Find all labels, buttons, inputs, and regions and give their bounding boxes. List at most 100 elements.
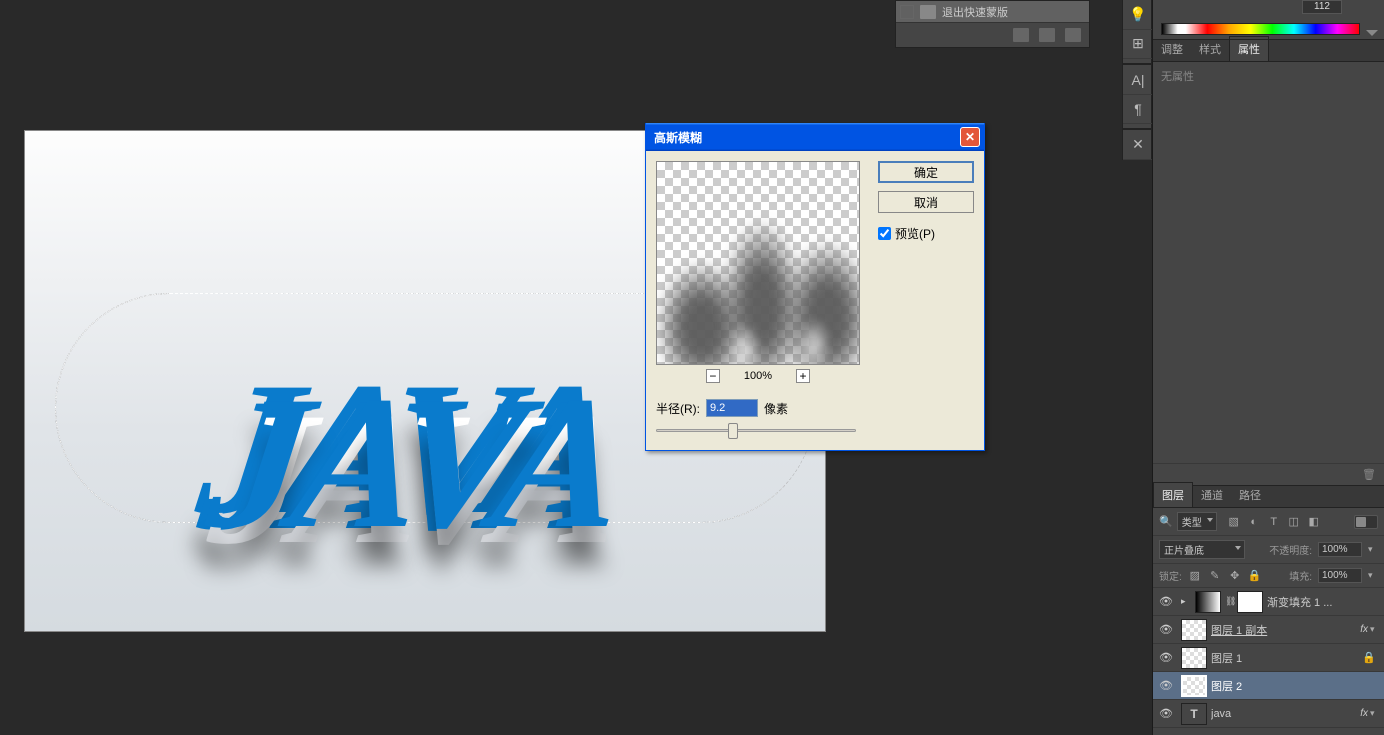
grid-icon[interactable]: ⊞ [1123,30,1153,60]
tools-icon[interactable]: ✕ [1123,130,1153,160]
lock-move-icon[interactable]: ✥ [1228,569,1242,583]
chevron-down-icon[interactable]: ▾ [1370,708,1380,719]
layer-thumb [1195,591,1221,613]
gaussian-blur-dialog: 高斯模糊 ✕ − 100% + 半径(R): 像素 确定 取消 [645,123,985,451]
eye-icon[interactable]: 👁 [1157,677,1175,695]
filter-adjust-icon[interactable]: ◐ [1247,515,1261,529]
mask-thumb [1237,591,1263,613]
filter-type-icon[interactable]: T [1267,515,1281,529]
filter-toggle[interactable] [1354,515,1378,529]
properties-tabs: 调整 样式 属性 [1153,40,1384,62]
layer-list: 👁 ▸ ⛓ 渐变填充 1 ... 👁 图层 1 副本 fx ▾ 👁 图层 1 🔒 [1153,588,1384,735]
new-layer-icon[interactable] [1013,28,1029,42]
filter-smart-icon[interactable]: ◧ [1307,515,1321,529]
cancel-button[interactable]: 取消 [878,191,974,213]
chevron-down-icon[interactable]: ▾ [1370,624,1380,635]
layer-filter-row: 🔍 类型 ▧ ◐ T ◫ ◧ [1153,508,1384,536]
preview-label: 预览(P) [895,225,935,242]
lock-row: 锁定: ▨ ✎ ✥ 🔒 填充: 100% ▾ [1153,564,1384,588]
layer-name: 图层 1 副本 [1211,622,1360,638]
lock-trans-icon[interactable]: ▨ [1188,569,1202,583]
slider-thumb[interactable] [728,423,738,439]
opacity-label: 不透明度: [1269,542,1312,557]
fill-label: 填充: [1289,568,1312,583]
eye-icon[interactable]: 👁 [1157,621,1175,639]
preview-box[interactable] [656,161,860,365]
artwork-text: JAVA [190,356,620,574]
hint-icon[interactable]: 💡 [1123,0,1153,30]
tab-adjust[interactable]: 调整 [1153,37,1191,61]
lock-paint-icon[interactable]: ✎ [1208,569,1222,583]
filter-kind-dropdown[interactable]: 类型 [1177,512,1217,531]
fx-badge[interactable]: fx [1360,708,1368,719]
tab-channels[interactable]: 通道 [1193,483,1231,507]
radius-slider[interactable] [656,421,856,439]
expand-icon[interactable]: ▸ [1181,596,1193,607]
dialog-title: 高斯模糊 [654,129,960,146]
layer-item[interactable]: 👁 T java fx ▾ [1153,700,1384,728]
eye-icon[interactable]: 👁 [1157,649,1175,667]
link-icon: ⛓ [1225,593,1235,611]
color-panel: 112 [1153,0,1384,40]
filter-pixel-icon[interactable]: ▧ [1227,515,1241,529]
dialog-titlebar[interactable]: 高斯模糊 ✕ [646,123,984,151]
color-spectrum[interactable] [1161,23,1360,35]
fill-input[interactable]: 100% [1318,568,1362,583]
layer-item[interactable]: 👁 ▸ ⛓ 渐变填充 1 ... [1153,588,1384,616]
layers-panel: 图层 通道 路径 🔍 类型 ▧ ◐ T ◫ ◧ 正片叠底 不透明度: 100% … [1153,485,1384,735]
layer-item[interactable]: 👁 图层 1 副本 fx ▾ [1153,616,1384,644]
chevron-down-icon[interactable]: ▾ [1368,544,1378,555]
tab-paths[interactable]: 路径 [1231,483,1269,507]
layer-name: 图层 2 [1211,678,1380,694]
paragraph-icon[interactable]: ¶ [1123,95,1153,125]
eye-icon[interactable]: 👁 [1157,705,1175,723]
filter-shape-icon[interactable]: ◫ [1287,515,1301,529]
color-value[interactable]: 112 [1302,0,1342,14]
preview-checkbox-input[interactable] [878,227,891,240]
camera-icon[interactable] [1039,28,1055,42]
eye-icon[interactable]: 👁 [1157,593,1175,611]
layer-name: 渐变填充 1 ... [1267,594,1380,610]
layer-thumb [1181,675,1207,697]
trash-icon[interactable] [1065,28,1081,42]
lock-label: 锁定: [1159,568,1182,583]
quickmask-panel: 退出快速蒙版 [895,0,1090,48]
layer-item[interactable]: 👁 图层 2 [1153,672,1384,700]
dropdown-icon[interactable] [1366,30,1378,36]
zoom-in-button[interactable]: + [796,369,810,383]
properties-body: 无属性 [1153,62,1384,463]
layer-thumb [1181,647,1207,669]
trash-icon[interactable]: 🗑 [1362,468,1376,481]
layer-name: 图层 1 [1211,650,1362,666]
no-properties-text: 无属性 [1161,71,1194,83]
layer-item[interactable]: 👁 图层 1 🔒 [1153,644,1384,672]
preview-checkbox[interactable]: 预览(P) [878,225,974,242]
lock-all-icon[interactable]: 🔒 [1248,569,1262,583]
blend-mode-dropdown[interactable]: 正片叠底 [1159,540,1245,559]
close-button[interactable]: ✕ [960,127,980,147]
ok-button[interactable]: 确定 [878,161,974,183]
tab-style[interactable]: 样式 [1191,37,1229,61]
character-icon[interactable]: A| [1123,65,1153,95]
radius-input[interactable] [706,399,758,417]
quickmask-label: 退出快速蒙版 [942,4,1008,20]
opacity-input[interactable]: 100% [1318,542,1362,557]
layers-tabs: 图层 通道 路径 [1153,486,1384,508]
radius-unit: 像素 [764,400,788,417]
doc-icon [920,5,936,19]
fx-badge[interactable]: fx [1360,624,1368,635]
layer-name: java [1211,708,1360,720]
zoom-out-button[interactable]: − [706,369,720,383]
chevron-down-icon[interactable]: ▾ [1368,570,1378,581]
zoom-level: 100% [744,370,772,382]
right-panel: 112 调整 样式 属性 无属性 🗑 图层 通道 路径 🔍 类型 ▧ ◐ T ◫… [1152,0,1384,735]
layer-thumb [1181,619,1207,641]
quickmask-row[interactable]: 退出快速蒙版 [896,1,1089,23]
quickmask-toolbar [896,23,1089,47]
radius-label: 半径(R): [656,400,700,417]
blend-row: 正片叠底 不透明度: 100% ▾ [1153,536,1384,564]
checkbox-icon[interactable] [900,5,914,19]
text-layer-icon: T [1181,703,1207,725]
lock-icon: 🔒 [1362,651,1376,664]
tab-layers[interactable]: 图层 [1153,482,1193,507]
